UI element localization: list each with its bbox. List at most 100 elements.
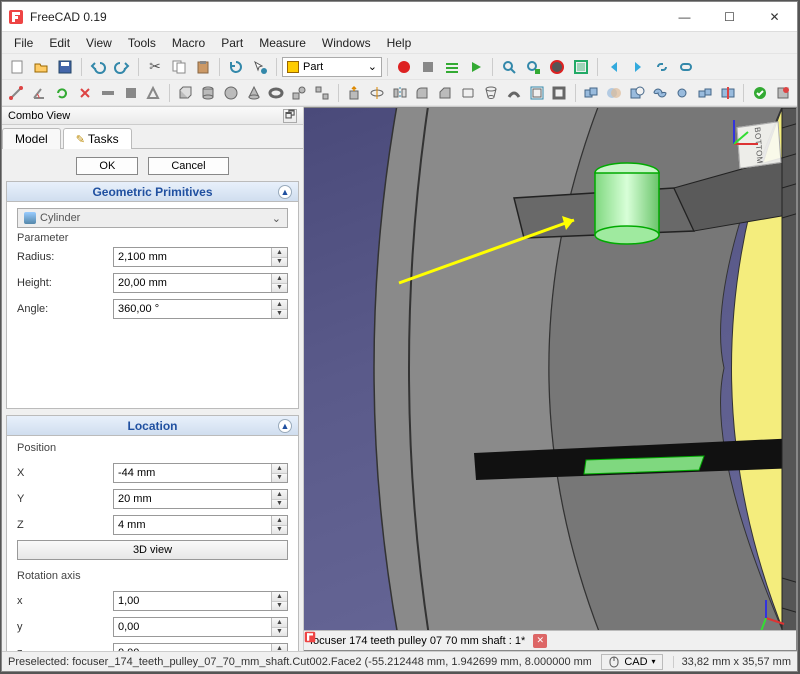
check-geometry-icon[interactable]	[749, 82, 770, 104]
minimize-button[interactable]: —	[662, 2, 707, 31]
macro-list-icon[interactable]	[441, 56, 463, 78]
part-torus-icon[interactable]	[266, 82, 287, 104]
part-builder-icon[interactable]	[312, 82, 333, 104]
macro-record-icon[interactable]	[393, 56, 415, 78]
spin-up-icon[interactable]: ▲	[272, 464, 287, 474]
document-tab[interactable]: focuser 174 teeth pulley 07 70 mm shaft …	[310, 635, 525, 647]
part-fillet-icon[interactable]	[412, 82, 433, 104]
menu-file[interactable]: File	[6, 36, 41, 50]
part-fuse-icon[interactable]	[649, 82, 670, 104]
pos-x-input[interactable]: ▲▼	[113, 463, 288, 483]
undo-icon[interactable]	[87, 56, 109, 78]
height-input[interactable]: ▲▼	[113, 273, 288, 293]
paste-icon[interactable]	[192, 56, 214, 78]
menu-help[interactable]: Help	[379, 36, 420, 50]
measure-clear-icon[interactable]	[74, 82, 95, 104]
section-header-location[interactable]: Location ▲	[7, 416, 298, 436]
primitive-type-select[interactable]: Cylinder ⌄	[17, 208, 288, 228]
whatsthis-icon[interactable]	[249, 56, 271, 78]
section-header-primitives[interactable]: Geometric Primitives ▲	[7, 182, 298, 202]
close-tab-icon[interactable]: ✕	[533, 634, 547, 648]
new-icon[interactable]	[6, 56, 28, 78]
spin-down-icon[interactable]: ▼	[272, 500, 287, 509]
part-cylinder-icon[interactable]	[198, 82, 219, 104]
part-sweep-icon[interactable]	[503, 82, 524, 104]
radius-input[interactable]: ▲▼	[113, 247, 288, 267]
measure-angular-icon[interactable]	[29, 82, 50, 104]
angle-field[interactable]	[114, 300, 287, 318]
spin-up-icon[interactable]: ▲	[272, 644, 287, 651]
part-offset-icon[interactable]	[526, 82, 547, 104]
copy-icon[interactable]	[168, 56, 190, 78]
navigation-cube[interactable]: BOTTOM	[728, 114, 790, 176]
part-revolve-icon[interactable]	[366, 82, 387, 104]
part-cut-icon[interactable]	[626, 82, 647, 104]
nav-style-selector[interactable]: CAD ▾	[601, 654, 662, 670]
macro-play-icon[interactable]	[465, 56, 487, 78]
macro-stop-icon[interactable]	[417, 56, 439, 78]
spin-down-icon[interactable]: ▼	[272, 284, 287, 293]
link-icon[interactable]	[651, 56, 673, 78]
cancel-button[interactable]: Cancel	[148, 157, 228, 175]
spin-down-icon[interactable]: ▼	[272, 474, 287, 483]
nav-left-icon[interactable]	[603, 56, 625, 78]
spin-down-icon[interactable]: ▼	[272, 310, 287, 319]
spin-up-icon[interactable]: ▲	[272, 592, 287, 602]
spin-up-icon[interactable]: ▲	[272, 274, 287, 284]
fit-sel-icon[interactable]	[522, 56, 544, 78]
maximize-button[interactable]: ☐	[707, 2, 752, 31]
refresh-icon[interactable]	[225, 56, 247, 78]
menu-view[interactable]: View	[78, 36, 120, 50]
part-extrude-icon[interactable]	[343, 82, 364, 104]
part-common-icon[interactable]	[672, 82, 693, 104]
part-ruled-icon[interactable]	[458, 82, 479, 104]
part-loft-icon[interactable]	[480, 82, 501, 104]
part-cone-icon[interactable]	[243, 82, 264, 104]
fit-all-icon[interactable]	[498, 56, 520, 78]
measure-delta-icon[interactable]	[143, 82, 164, 104]
menu-windows[interactable]: Windows	[314, 36, 379, 50]
radius-field[interactable]	[114, 248, 287, 266]
draw-style-icon[interactable]	[546, 56, 568, 78]
menu-measure[interactable]: Measure	[251, 36, 314, 50]
close-button[interactable]: ✕	[752, 2, 797, 31]
menu-macro[interactable]: Macro	[164, 36, 213, 50]
spin-up-icon[interactable]: ▲	[272, 516, 287, 526]
pos-z-field[interactable]	[114, 516, 287, 534]
measure-3d-icon[interactable]	[120, 82, 141, 104]
spin-up-icon[interactable]: ▲	[272, 300, 287, 310]
open-icon[interactable]	[30, 56, 52, 78]
bbox-icon[interactable]	[570, 56, 592, 78]
measure-toggle-icon[interactable]	[97, 82, 118, 104]
rot-y-field[interactable]	[114, 618, 287, 636]
part-split-icon[interactable]	[718, 82, 739, 104]
part-chamfer-icon[interactable]	[435, 82, 456, 104]
spin-down-icon[interactable]: ▼	[272, 602, 287, 611]
pos-y-input[interactable]: ▲▼	[113, 489, 288, 509]
defeaturing-icon[interactable]	[772, 82, 793, 104]
pos-z-input[interactable]: ▲▼	[113, 515, 288, 535]
menu-edit[interactable]: Edit	[41, 36, 78, 50]
pos-x-field[interactable]	[114, 464, 287, 482]
3d-view-button[interactable]: 3D view	[17, 540, 288, 560]
rot-z-input[interactable]: ▲▼	[113, 643, 288, 651]
link-sel-icon[interactable]	[675, 56, 697, 78]
part-mirror-icon[interactable]	[389, 82, 410, 104]
part-join-icon[interactable]	[695, 82, 716, 104]
menu-tools[interactable]: Tools	[120, 36, 164, 50]
spin-up-icon[interactable]: ▲	[272, 618, 287, 628]
rot-y-input[interactable]: ▲▼	[113, 617, 288, 637]
spin-down-icon[interactable]: ▼	[272, 628, 287, 637]
spin-down-icon[interactable]: ▼	[272, 526, 287, 535]
3d-viewport[interactable]: BOTTOM focuser 174 teeth pulley 07 70 mm…	[304, 107, 797, 651]
ok-button[interactable]: OK	[76, 157, 138, 175]
redo-icon[interactable]	[111, 56, 133, 78]
part-boolean-icon[interactable]	[604, 82, 625, 104]
tab-model[interactable]: Model	[2, 128, 61, 149]
spin-up-icon[interactable]: ▲	[272, 248, 287, 258]
part-primitives-icon[interactable]	[289, 82, 310, 104]
rot-x-field[interactable]	[114, 592, 287, 610]
cut-icon[interactable]: ✂	[144, 56, 166, 78]
rot-x-input[interactable]: ▲▼	[113, 591, 288, 611]
nav-right-icon[interactable]	[627, 56, 649, 78]
